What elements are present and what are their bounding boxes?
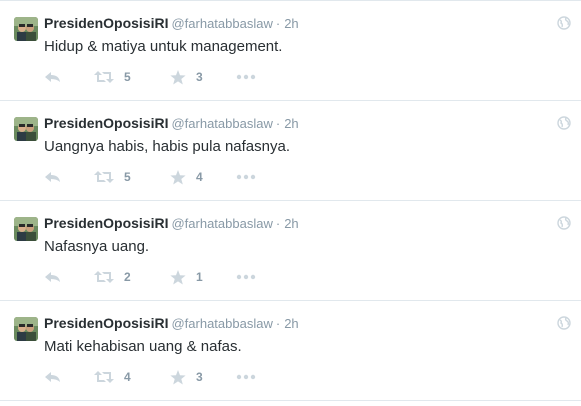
- tweet-text: Mati kehabisan uang & nafas.: [44, 338, 242, 355]
- timestamp[interactable]: 2h: [284, 216, 298, 231]
- tweet[interactable]: PresidenOposisiRI @farhatabbaslaw · 2h Hidu…: [0, 1, 581, 101]
- tweet-header: PresidenOposisiRI @farhatabbaslaw · 2h: [44, 14, 299, 33]
- fullname[interactable]: PresidenOposisiRI: [44, 115, 168, 131]
- retweet-count: 4: [124, 370, 131, 384]
- favorite-button[interactable]: 3: [170, 67, 203, 87]
- globe-icon[interactable]: [557, 116, 571, 130]
- more-button[interactable]: [236, 267, 256, 287]
- favorite-count: 3: [196, 70, 203, 84]
- avatar[interactable]: [14, 317, 38, 341]
- tweet-text: Hidup & matiya untuk management.: [44, 38, 283, 55]
- retweet-count: 5: [124, 170, 131, 184]
- fullname[interactable]: PresidenOposisiRI: [44, 315, 168, 331]
- tweet[interactable]: PresidenOposisiRI @farhatabbaslaw · 2h Nafa…: [0, 201, 581, 301]
- avatar[interactable]: [14, 217, 38, 241]
- username[interactable]: @farhatabbaslaw: [171, 16, 272, 31]
- reply-button[interactable]: [44, 167, 62, 187]
- reply-button[interactable]: [44, 267, 62, 287]
- username[interactable]: @farhatabbaslaw: [171, 316, 272, 331]
- tweet-actions: 4 3: [44, 367, 344, 387]
- favorite-button[interactable]: 3: [170, 367, 203, 387]
- favorite-button[interactable]: 4: [170, 167, 203, 187]
- tweet-header: PresidenOposisiRI @farhatabbaslaw · 2h: [44, 214, 299, 233]
- timestamp[interactable]: 2h: [284, 16, 298, 31]
- more-button[interactable]: [236, 67, 256, 87]
- globe-icon[interactable]: [557, 316, 571, 330]
- username[interactable]: @farhatabbaslaw: [171, 216, 272, 231]
- retweet-icon: [94, 70, 114, 84]
- fullname[interactable]: PresidenOposisiRI: [44, 215, 168, 231]
- reply-icon: [44, 70, 62, 84]
- star-icon: [170, 369, 186, 385]
- retweet-icon: [94, 270, 114, 284]
- timeline: PresidenOposisiRI @farhatabbaslaw · 2h Hidu…: [0, 0, 581, 406]
- timestamp[interactable]: 2h: [284, 116, 298, 131]
- retweet-count: 2: [124, 270, 131, 284]
- favorite-count: 4: [196, 170, 203, 184]
- reply-button[interactable]: [44, 67, 62, 87]
- separator: ·: [275, 316, 281, 331]
- tweet-actions: 5 3: [44, 67, 344, 87]
- favorite-count: 1: [196, 270, 203, 284]
- tweet-header: PresidenOposisiRI @farhatabbaslaw · 2h: [44, 114, 299, 133]
- reply-button[interactable]: [44, 367, 62, 387]
- tweet-actions: 2 1: [44, 267, 344, 287]
- more-icon: [236, 274, 256, 280]
- tweet-actions: 5 4: [44, 167, 344, 187]
- more-icon: [236, 74, 256, 80]
- favorite-button[interactable]: 1: [170, 267, 203, 287]
- more-button[interactable]: [236, 367, 256, 387]
- avatar[interactable]: [14, 117, 38, 141]
- more-icon: [236, 174, 256, 180]
- fullname[interactable]: PresidenOposisiRI: [44, 15, 168, 31]
- separator: ·: [275, 116, 281, 131]
- star-icon: [170, 169, 186, 185]
- tweet[interactable]: PresidenOposisiRI @farhatabbaslaw · 2h Mati…: [0, 301, 581, 401]
- reply-icon: [44, 170, 62, 184]
- more-icon: [236, 374, 256, 380]
- avatar[interactable]: [14, 17, 38, 41]
- retweet-button[interactable]: 5: [94, 167, 131, 187]
- reply-icon: [44, 370, 62, 384]
- favorite-count: 3: [196, 370, 203, 384]
- retweet-button[interactable]: 2: [94, 267, 131, 287]
- tweet-text: Nafasnya uang.: [44, 238, 150, 255]
- tweet[interactable]: PresidenOposisiRI @farhatabbaslaw · 2h Uang…: [0, 101, 581, 201]
- retweet-button[interactable]: 4: [94, 367, 131, 387]
- separator: ·: [275, 16, 281, 31]
- star-icon: [170, 269, 186, 285]
- retweet-button[interactable]: 5: [94, 67, 131, 87]
- username[interactable]: @farhatabbaslaw: [171, 116, 272, 131]
- tweet-header: PresidenOposisiRI @farhatabbaslaw · 2h: [44, 314, 299, 333]
- globe-icon[interactable]: [557, 16, 571, 30]
- star-icon: [170, 69, 186, 85]
- tweet-text: Uangnya habis, habis pula nafasnya.: [44, 138, 291, 155]
- retweet-count: 5: [124, 70, 131, 84]
- globe-icon[interactable]: [557, 216, 571, 230]
- timestamp[interactable]: 2h: [284, 316, 298, 331]
- retweet-icon: [94, 170, 114, 184]
- retweet-icon: [94, 370, 114, 384]
- more-button[interactable]: [236, 167, 256, 187]
- separator: ·: [275, 216, 281, 231]
- reply-icon: [44, 270, 62, 284]
